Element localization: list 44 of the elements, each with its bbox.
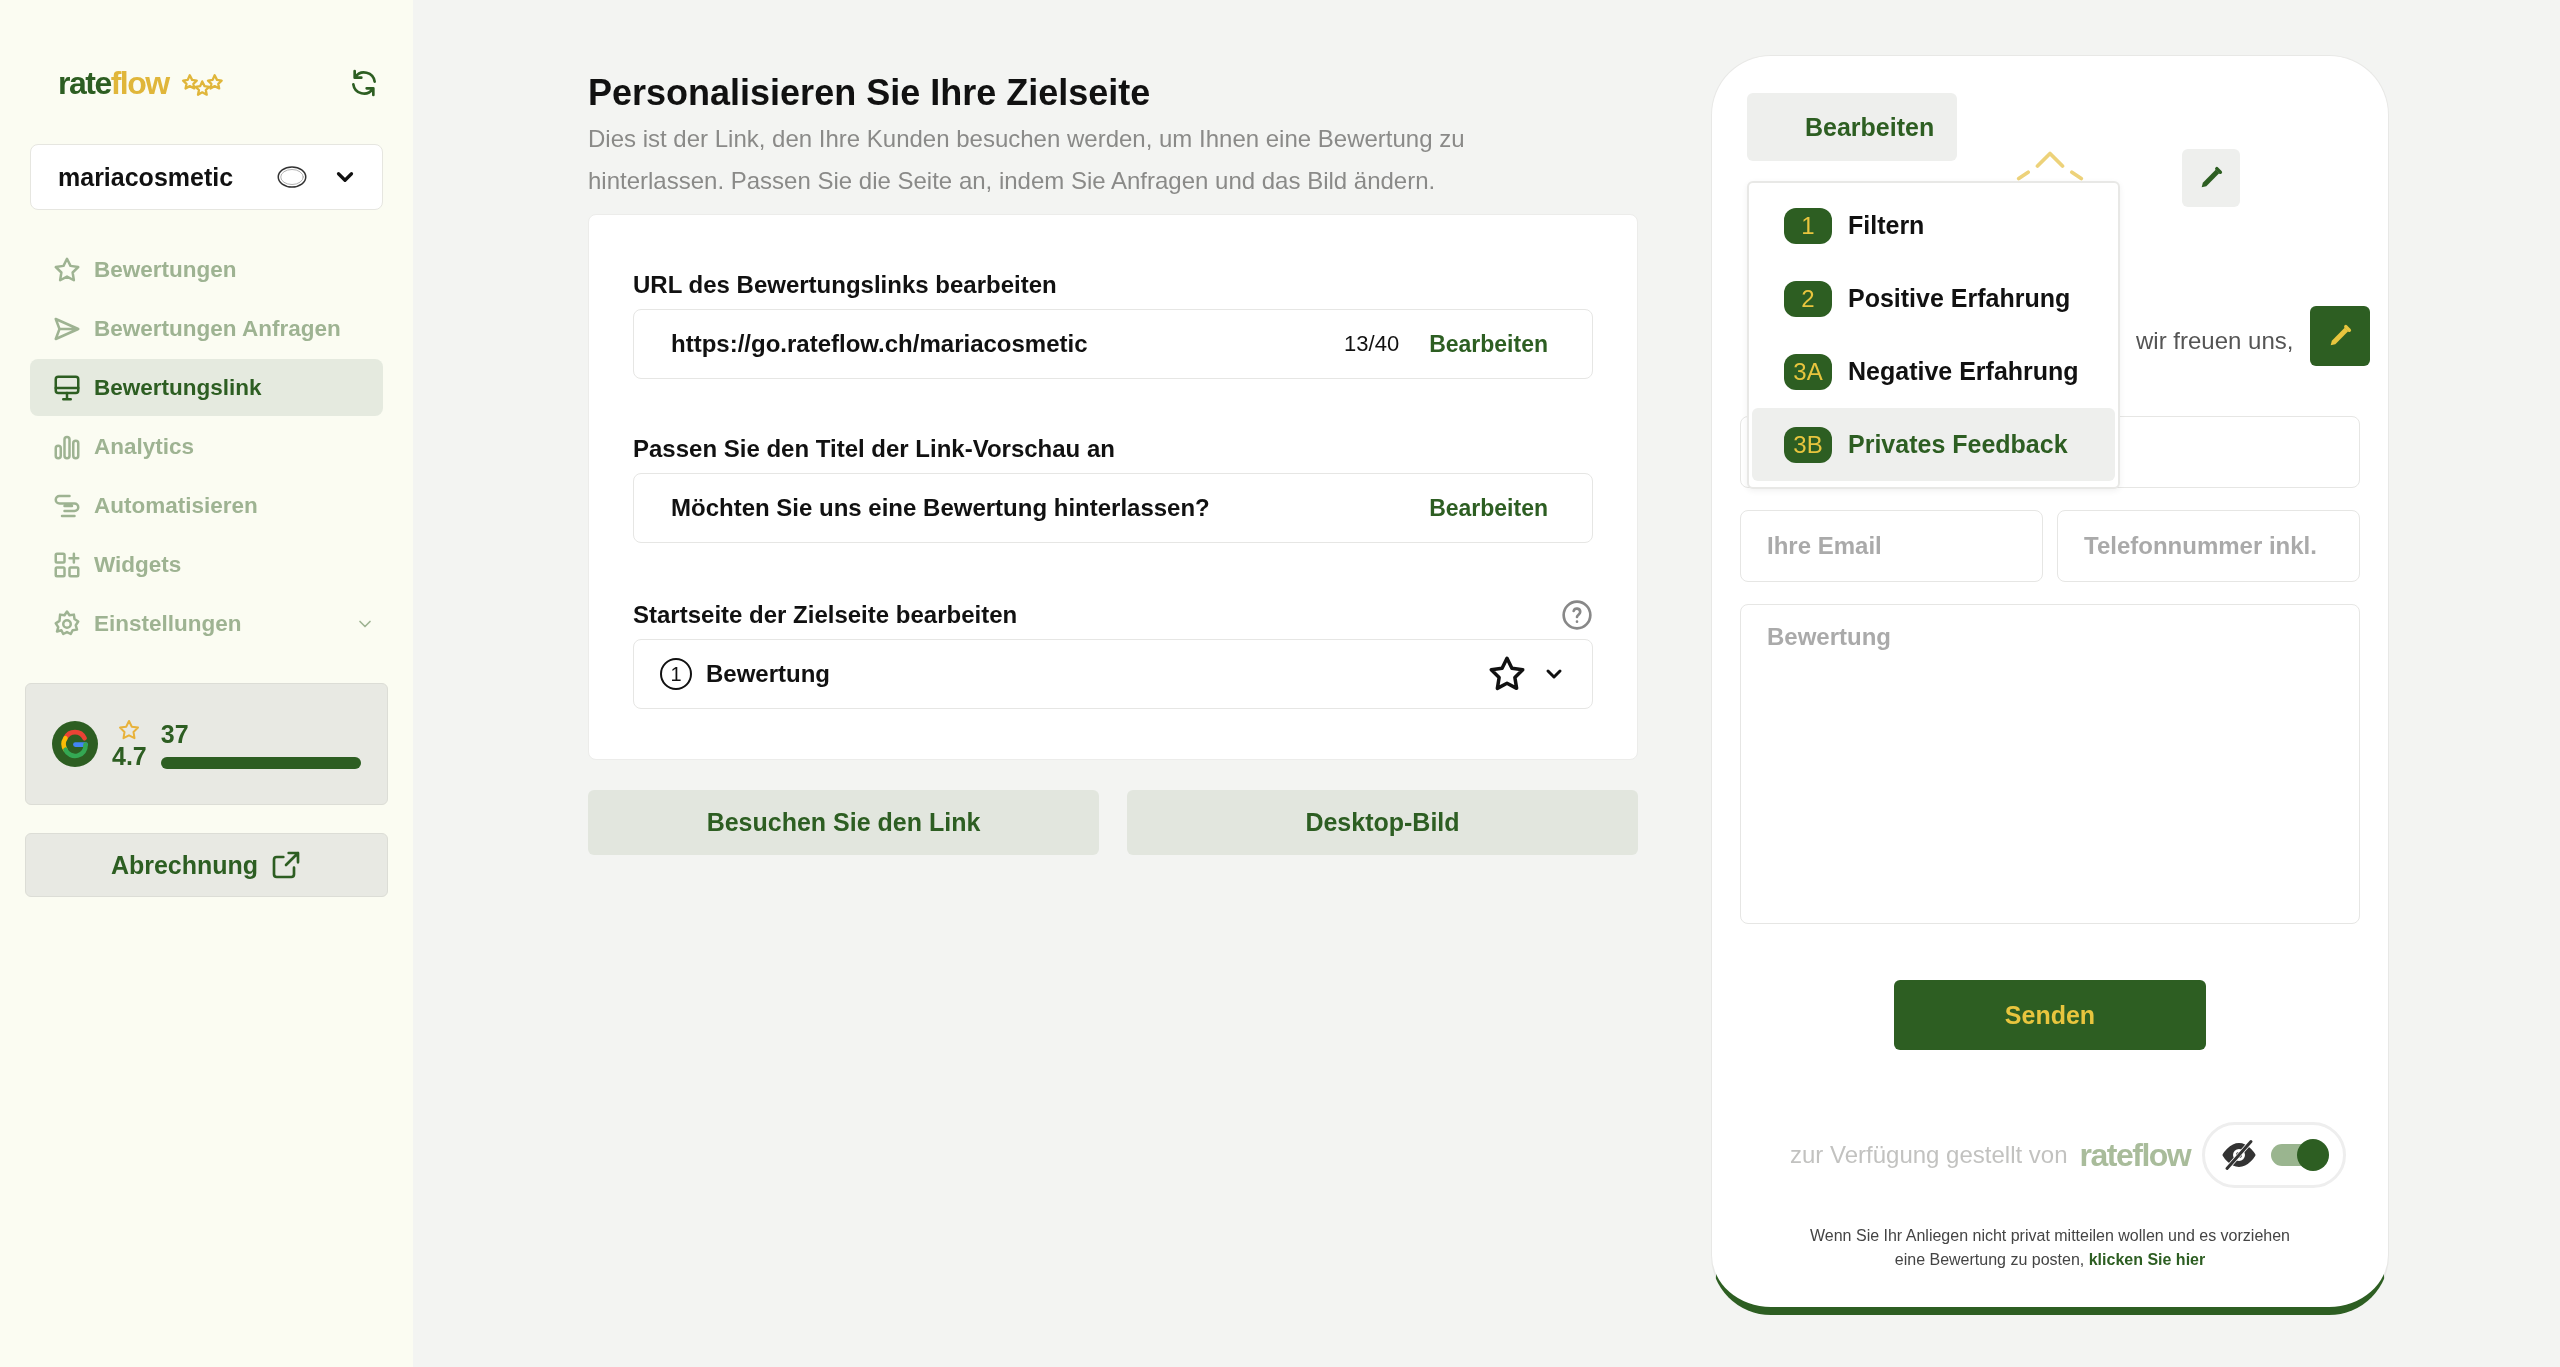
eye-off-icon bbox=[2221, 1137, 2258, 1173]
email-input[interactable]: Ihre Email bbox=[1740, 510, 2043, 582]
billing-button[interactable]: Abrechnung bbox=[25, 833, 388, 897]
powered-by-text: zur Verfügung gestellt von bbox=[1790, 1141, 2068, 1169]
page-title: Personalisieren Sie Ihre Zielseite bbox=[588, 72, 1152, 114]
star-icon bbox=[117, 717, 142, 742]
edit-link[interactable]: Bearbeiten bbox=[1429, 330, 1548, 358]
section-label: Startseite der Zielseite bearbeiten bbox=[633, 601, 1018, 629]
step-badge: 2 bbox=[1784, 280, 1832, 317]
edit-button[interactable]: Bearbeiten bbox=[1747, 93, 1957, 161]
page-description: Dies ist der Link, den Ihre Kunden besuchen werden, um Ihnen eine Bewertung zu hinterlassen. Passen Sie die Seite an, indem Sie Anfragen und das Bild ändern. bbox=[588, 124, 1466, 196]
section-label: URL des Bewertungslinks bearbeiten bbox=[633, 271, 1058, 299]
menu-item[interactable]: 3A Negative Erfahrung bbox=[1752, 335, 2115, 408]
step-badge: 1 bbox=[1784, 207, 1832, 244]
intro-text: wir freuen uns, bbox=[2136, 327, 2294, 355]
action-button[interactable]: Besuchen Sie den Link bbox=[588, 790, 1099, 855]
edit-image-button[interactable] bbox=[2182, 149, 2240, 207]
menu-item[interactable]: 2 Positive Erfahrung bbox=[1752, 262, 2115, 335]
menu-item[interactable]: 3B Privates Feedback bbox=[1752, 408, 2115, 481]
section-label: Passen Sie den Titel der Link-Vorschau an bbox=[633, 435, 1116, 463]
google-icon bbox=[52, 721, 98, 767]
note-link[interactable]: klicken Sie hier bbox=[2088, 1251, 2206, 1268]
submit-button[interactable]: Senden bbox=[1894, 980, 2206, 1050]
logo-text: rateflow bbox=[58, 64, 169, 102]
character-counter: 13/40 bbox=[1344, 331, 1400, 357]
account-selector[interactable]: mariacosmetic bbox=[30, 144, 383, 210]
start-page-select[interactable]: 1 Bewertung bbox=[633, 639, 1593, 709]
nav-item[interactable]: Bewertungslink bbox=[30, 359, 383, 416]
field-value: https://go.rateflow.ch/mariacosmetic bbox=[671, 330, 1089, 358]
help-icon[interactable] bbox=[1561, 599, 1593, 631]
rating-value: 4.7 bbox=[112, 741, 147, 771]
step-badge: 3A bbox=[1784, 353, 1832, 390]
step-badge: 3B bbox=[1784, 426, 1832, 463]
edit-link[interactable]: Bearbeiten bbox=[1429, 494, 1548, 522]
menu-item[interactable]: 1 Filtern bbox=[1752, 189, 2115, 262]
privacy-note: Wenn Sie Ihr Anliegen nicht privat mitteilen wollen und es vorziehen eine Bewertung zu posten, klicken Sie hier bbox=[1809, 1226, 2291, 1270]
field-value: Möchten Sie uns eine Bewertung hinterlassen? bbox=[671, 494, 1211, 522]
phone-input[interactable]: Telefonnummer inkl. bbox=[2057, 510, 2360, 582]
edit-text-button[interactable] bbox=[2310, 306, 2370, 366]
review-count: 37 bbox=[160, 719, 190, 749]
review-textarea[interactable]: Bewertung bbox=[1740, 604, 2360, 924]
action-button[interactable]: Desktop-Bild bbox=[1127, 790, 1638, 855]
step-number: 1 bbox=[660, 658, 692, 690]
powered-by-logo: rateflow bbox=[2079, 1136, 2191, 1174]
